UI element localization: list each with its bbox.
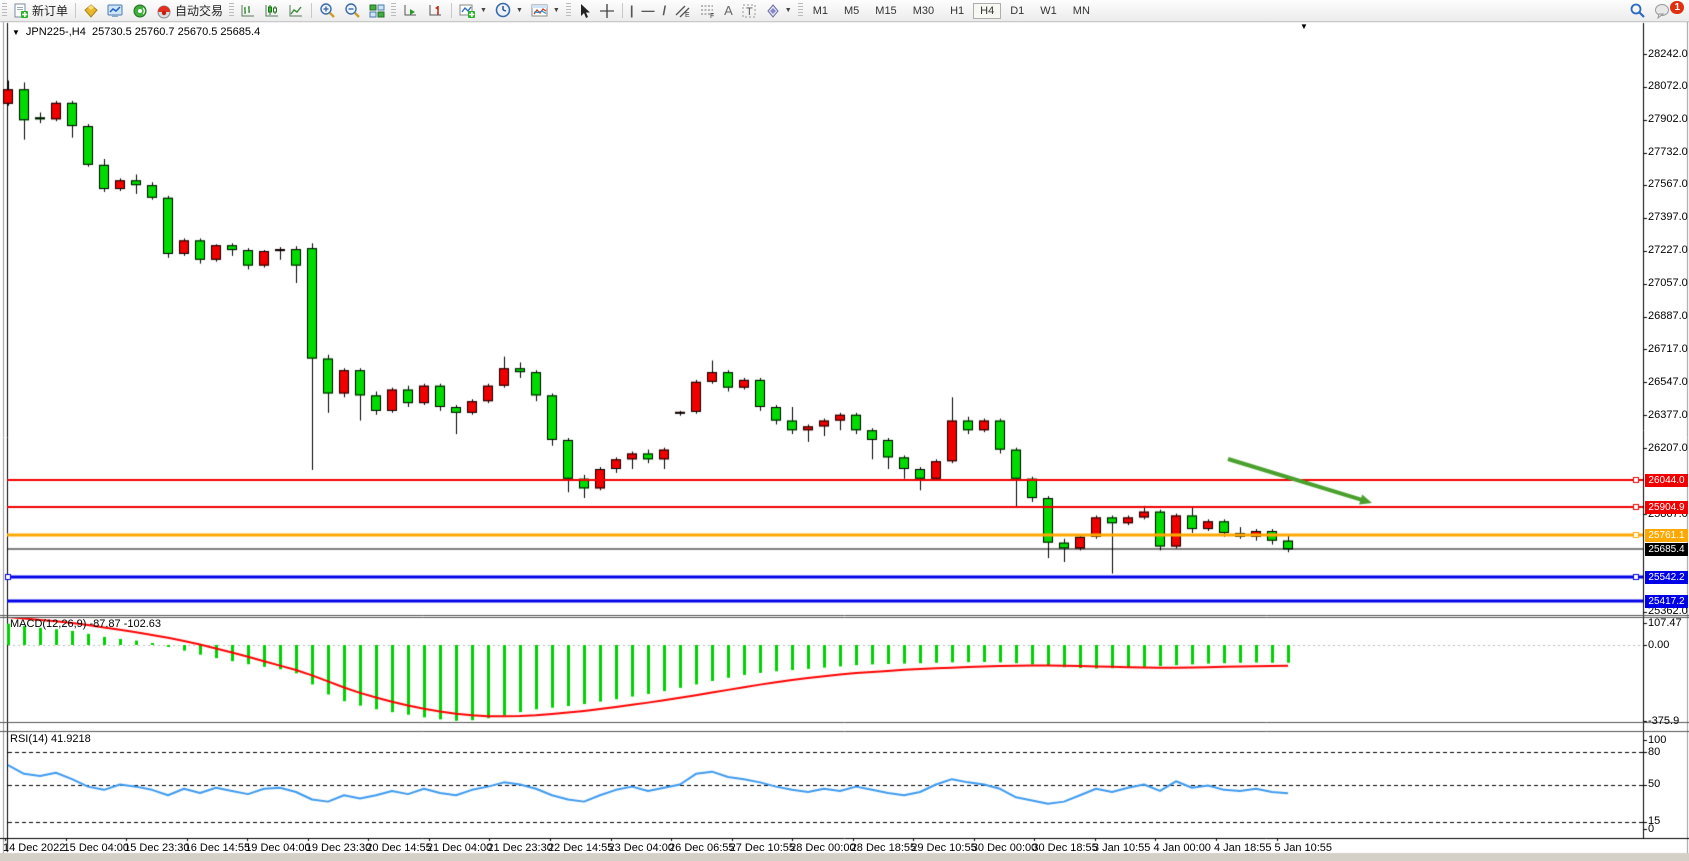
timeframe-h4[interactable]: H4	[973, 3, 1001, 19]
market-watch-button[interactable]	[79, 1, 103, 20]
toolbar-grip	[391, 3, 396, 18]
chevron-down-icon: ▼	[516, 7, 523, 14]
search-button[interactable]	[1625, 1, 1650, 20]
tile-windows-icon	[369, 3, 385, 19]
crosshair-icon	[599, 3, 615, 19]
periods-icon	[495, 2, 512, 19]
candlestick-chart-icon	[264, 3, 280, 19]
timeframe-m5[interactable]: M5	[837, 3, 866, 19]
toolbar-grip	[2, 3, 7, 18]
timeframe-m15[interactable]: M15	[868, 3, 903, 19]
fibonacci-icon: F	[699, 3, 716, 19]
auto-scroll-button[interactable]	[398, 1, 423, 20]
mt4-terminal-window: 新订单 自动交易	[0, 0, 1689, 861]
indicators-icon	[459, 3, 476, 19]
line-chart-button[interactable]	[284, 1, 308, 20]
periods-button[interactable]: ▼	[491, 1, 527, 20]
svg-text:F: F	[710, 13, 714, 19]
trendline-icon: /	[662, 3, 666, 18]
indicators-button[interactable]: ▼	[455, 1, 491, 20]
window-menu-arrow-icon[interactable]: ▼	[1300, 22, 1308, 31]
chart-ohlc-values: 25730.5 25760.7 25670.5 25685.4	[92, 26, 260, 38]
chart-window-icon	[107, 3, 124, 19]
auto-trading-button[interactable]: 自动交易	[152, 1, 227, 20]
toolbar-separator	[451, 3, 452, 18]
collapse-triangle-icon[interactable]: ▼	[12, 28, 20, 37]
toolbar-grip	[798, 3, 803, 18]
candlestick-chart-button[interactable]	[260, 1, 284, 20]
webphone-button[interactable]	[128, 1, 152, 20]
timeframe-w1[interactable]: W1	[1033, 3, 1064, 19]
vertical-line-icon: |	[630, 3, 634, 18]
toolbar-grip	[229, 3, 234, 18]
auto-trading-label: 自动交易	[175, 2, 223, 19]
svg-text:T: T	[746, 6, 753, 18]
svg-text:E: E	[685, 12, 690, 19]
chart-shift-button[interactable]	[423, 1, 448, 20]
search-icon	[1629, 2, 1646, 19]
bar-chart-button[interactable]	[236, 1, 260, 20]
fibonacci-button[interactable]: F	[695, 1, 720, 20]
chevron-down-icon: ▼	[553, 7, 560, 14]
timeframe-mn[interactable]: MN	[1066, 3, 1097, 19]
toolbar-separator	[622, 3, 623, 18]
toolbar-separator	[311, 3, 312, 18]
chart-window-button[interactable]	[103, 1, 128, 20]
vertical-line-button[interactable]: |	[626, 1, 638, 20]
zoom-out-button[interactable]	[340, 1, 365, 20]
line-chart-icon	[288, 3, 304, 19]
auto-trading-icon	[156, 3, 172, 19]
timeframe-m30[interactable]: M30	[906, 3, 941, 19]
channel-icon: E	[674, 3, 691, 19]
timeframe-h1[interactable]: H1	[943, 3, 971, 19]
equidistant-channel-button[interactable]: E	[670, 1, 695, 20]
timeframe-d1[interactable]: D1	[1003, 3, 1031, 19]
chart-canvas[interactable]	[0, 0, 1689, 861]
main-toolbar: 新订单 自动交易	[0, 0, 1689, 22]
text-label-icon: T	[741, 3, 757, 19]
crosshair-button[interactable]	[595, 1, 619, 20]
market-watch-icon	[83, 3, 99, 19]
template-button[interactable]: ▼	[527, 1, 564, 20]
text-icon: A	[724, 3, 733, 18]
timeframe-m1[interactable]: M1	[806, 3, 835, 19]
chart-symbol-period: JPN225-,H4	[26, 26, 86, 38]
toolbar-separator	[75, 3, 76, 18]
chart-title: ▼ JPN225-,H4 25730.5 25760.7 25670.5 2568…	[12, 26, 260, 38]
notification-badge[interactable]: 1	[1670, 1, 1684, 14]
chevron-down-icon: ▼	[480, 7, 487, 14]
template-icon	[531, 3, 549, 19]
zoom-in-icon	[319, 2, 336, 19]
arrows-icon	[765, 3, 781, 19]
toolbar-grip	[566, 3, 571, 18]
text-label-button[interactable]: T	[737, 1, 761, 20]
new-order-label: 新订单	[32, 2, 68, 19]
cursor-button[interactable]	[573, 1, 595, 20]
zoom-in-button[interactable]	[315, 1, 340, 20]
zoom-out-icon	[344, 2, 361, 19]
auto-scroll-icon	[402, 3, 419, 19]
horizontal-line-button[interactable]: —	[637, 1, 658, 20]
chevron-down-icon: ▼	[785, 7, 792, 14]
new-order-button[interactable]: 新订单	[9, 1, 72, 20]
text-button[interactable]: A	[720, 1, 737, 20]
bar-chart-icon	[240, 3, 256, 19]
chart-shift-icon	[427, 3, 444, 19]
horizontal-line-icon: —	[641, 3, 654, 18]
arrows-tool-button[interactable]: ▼	[761, 1, 796, 20]
cursor-icon	[577, 3, 591, 19]
trendline-button[interactable]: /	[658, 1, 670, 20]
webphone-icon	[132, 3, 148, 19]
chat-icon	[1654, 3, 1671, 19]
tile-windows-button[interactable]	[365, 1, 389, 20]
new-order-icon	[13, 3, 29, 19]
